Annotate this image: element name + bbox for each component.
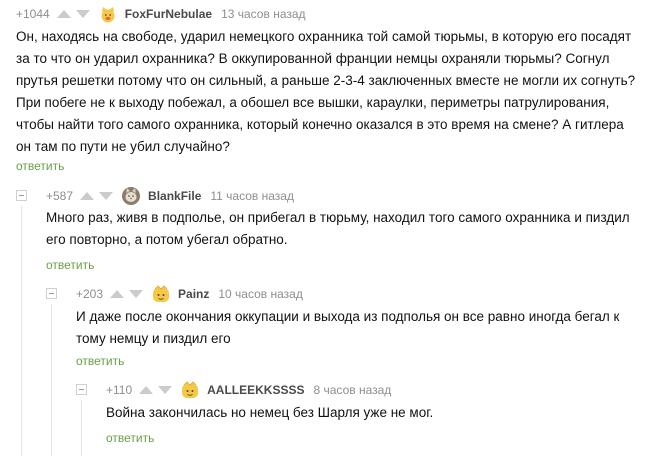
downvote-arrow-icon[interactable] xyxy=(158,386,173,394)
reply-link[interactable]: ответить xyxy=(46,258,94,272)
comment-line: за то что он ударил охранника? В оккупир… xyxy=(16,51,610,66)
username-link[interactable]: AALLEEKKSSSS xyxy=(207,383,304,397)
default-avatar-icon[interactable] xyxy=(152,285,170,303)
reply-link[interactable]: ответить xyxy=(16,159,64,173)
comment-line: тому немцу и пиздил его xyxy=(76,331,231,346)
cat-photo-avatar-icon[interactable] xyxy=(122,187,141,205)
comment-header: +1044 FoxFurNebulae 13 часов назад xyxy=(16,4,306,24)
comment-line: При побеге не к выходу побежал, а обошел… xyxy=(16,95,610,110)
upvote-arrow-icon[interactable] xyxy=(110,290,125,298)
rating: +110 xyxy=(106,383,133,397)
comment-line: Много раз, живя в подполье, он прибегал … xyxy=(46,210,630,225)
username-link[interactable]: FoxFurNebulae xyxy=(125,7,212,21)
username-link[interactable]: BlankFile xyxy=(148,189,201,203)
rating: +1044 xyxy=(16,7,50,21)
upvote-arrow-icon[interactable] xyxy=(80,192,95,200)
thread-line-level-2 xyxy=(51,304,52,456)
downvote-arrow-icon[interactable] xyxy=(75,10,90,18)
comment-text: Он, находясь на свободе, ударил немецког… xyxy=(16,26,635,158)
comment-header: +587 BlankFile 11 часов назад xyxy=(46,186,294,206)
collapse-toggle-comment-2[interactable] xyxy=(16,190,27,201)
rating: +203 xyxy=(76,287,104,301)
comment-text: Много раз, живя в подполье, он прибегал … xyxy=(46,207,630,251)
fox-avatar-icon[interactable] xyxy=(99,5,117,23)
comment-line: Война закончилась но немец без Шарля уже… xyxy=(106,405,434,420)
collapse-toggle-comment-3[interactable] xyxy=(46,288,57,299)
comment-header: +110 AALLEEKKSSSS 8 часов назад xyxy=(106,380,391,400)
comment-line: он там по пути не убил случайно? xyxy=(16,139,230,154)
username-link[interactable]: Painz xyxy=(178,287,209,301)
downvote-arrow-icon[interactable] xyxy=(129,290,144,298)
comment-text: Война закончилась но немец без Шарля уже… xyxy=(106,402,433,424)
rating: +587 xyxy=(46,189,74,203)
thread-line-level-3 xyxy=(81,400,82,456)
timestamp: 10 часов назад xyxy=(218,287,303,301)
comment-line: его повторно, а потом убегал обратно. xyxy=(46,232,288,247)
collapse-toggle-comment-4[interactable] xyxy=(76,384,87,395)
timestamp: 11 часов назад xyxy=(210,189,294,203)
thread-line-level-1 xyxy=(21,206,22,456)
timestamp: 13 часов назад xyxy=(221,7,306,21)
upvote-arrow-icon[interactable] xyxy=(139,386,154,394)
comment-line: И даже после окончания оккупации и выход… xyxy=(76,309,620,324)
upvote-arrow-icon[interactable] xyxy=(56,10,71,18)
timestamp: 8 часов назад xyxy=(313,383,392,397)
comment-header: +203 Painz 10 часов назад xyxy=(76,284,303,304)
downvote-arrow-icon[interactable] xyxy=(99,192,114,200)
comment-line: Он, находясь на свободе, ударил немецког… xyxy=(16,29,632,44)
comment-line: чтобы найти того самого охранника, котор… xyxy=(16,117,624,132)
reply-link[interactable]: ответить xyxy=(76,354,124,368)
default-avatar-icon[interactable] xyxy=(181,381,199,399)
comment-text: И даже после окончания оккупации и выход… xyxy=(76,306,619,350)
reply-link[interactable]: ответить xyxy=(106,431,154,445)
comment-line: прутья решетки потому что он сильный, а … xyxy=(16,73,636,88)
